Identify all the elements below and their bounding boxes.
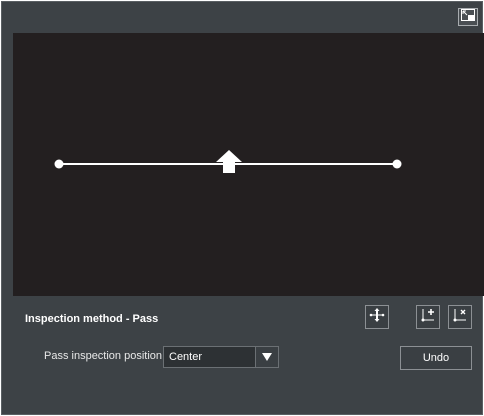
pass-position-value: Center [169, 351, 203, 363]
maximize-button[interactable] [458, 8, 478, 26]
pass-position-select[interactable]: Center [163, 346, 279, 368]
pass-position-label: Pass inspection position [44, 350, 163, 362]
move-line-icon [369, 307, 385, 328]
add-point-button[interactable] [416, 305, 440, 329]
line-end-handle [392, 159, 402, 169]
move-line-button[interactable] [365, 305, 389, 329]
undo-button[interactable]: Undo [400, 346, 472, 370]
delete-point-button[interactable] [448, 305, 472, 329]
maximize-icon [461, 8, 475, 26]
section-title: Inspection method - Pass [25, 313, 159, 325]
delete-point-icon [452, 307, 468, 328]
chevron-down-icon[interactable] [255, 347, 278, 367]
pass-inspection-panel: Inspection method - Pass Pass inspection… [1, 1, 484, 415]
video-canvas[interactable] [13, 33, 484, 296]
direction-arrow [216, 150, 242, 173]
add-point-icon [420, 307, 436, 328]
line-start-handle [54, 159, 64, 169]
